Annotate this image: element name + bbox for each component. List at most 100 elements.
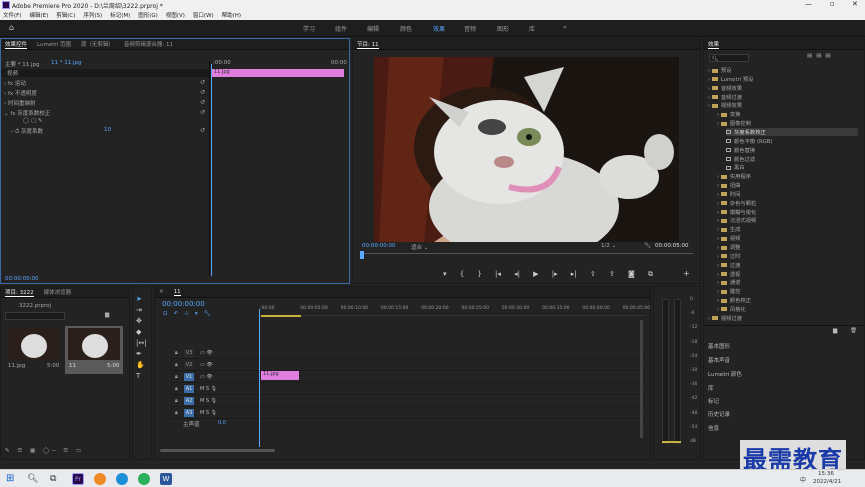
- reset-opacity-icon[interactable]: ↺: [200, 89, 205, 96]
- section-essential-graphics[interactable]: 基本图形: [708, 342, 730, 350]
- track-row[interactable]: [170, 384, 645, 395]
- effect-clip-bar[interactable]: 11.jpg: [212, 69, 344, 77]
- reset-gamma-correction-icon[interactable]: ↺: [200, 109, 205, 116]
- search-taskbar-icon[interactable]: 🔍︎: [27, 473, 39, 485]
- section-history[interactable]: 历史记录: [708, 410, 730, 418]
- selection-tool-icon[interactable]: ➤: [136, 295, 147, 303]
- add-button-icon[interactable]: +: [683, 269, 690, 278]
- project-item-sequence[interactable]: 11 5:00: [65, 326, 123, 374]
- track-row[interactable]: [170, 360, 645, 371]
- track-select-tool-icon[interactable]: ⇥: [136, 306, 147, 314]
- lock-icon[interactable]: 🔒︎: [175, 374, 178, 380]
- play-icon[interactable]: ▶: [533, 270, 538, 279]
- effects-tree-item[interactable]: › 视频效果: [708, 101, 742, 109]
- effects-tree-item[interactable]: › 模糊与锐化: [717, 208, 756, 216]
- program-scrubber[interactable]: [361, 253, 693, 258]
- effects-tree-item[interactable]: › 键控: [717, 287, 740, 295]
- effects-tree-item[interactable]: › 通道: [717, 278, 740, 286]
- menu-clip[interactable]: 剪辑(C): [56, 11, 75, 19]
- track-row[interactable]: [170, 408, 645, 419]
- minimize-icon[interactable]: —: [805, 0, 812, 8]
- sequence-clip-label[interactable]: 11 * 11.jpg: [51, 60, 82, 66]
- section-libraries[interactable]: 库: [708, 384, 714, 392]
- ws-assembly[interactable]: 组件: [335, 24, 347, 33]
- effects-tree-item[interactable]: 黑白: [726, 163, 745, 171]
- track-mute-solo-icon[interactable]: M S 🎙︎: [200, 410, 217, 416]
- menu-help[interactable]: 帮助(H): [222, 11, 241, 19]
- go-to-in-icon[interactable]: |◂: [495, 270, 501, 279]
- track-mute-solo-icon[interactable]: M S 🎙︎: [200, 398, 217, 404]
- section-lumetri-color[interactable]: Lumetri 颜色: [708, 370, 742, 378]
- effects-tree-item[interactable]: › 音频过渡: [708, 93, 742, 101]
- lock-icon[interactable]: 🔒︎: [175, 350, 178, 356]
- reset-motion-icon[interactable]: ↺: [200, 79, 205, 86]
- reset-time-icon[interactable]: ↺: [200, 99, 205, 106]
- effects-tree-item[interactable]: › 调整: [717, 243, 740, 251]
- tab-effects[interactable]: 效果: [708, 40, 720, 49]
- work-area-bar[interactable]: [261, 315, 301, 317]
- razor-tool-icon[interactable]: ◆: [136, 328, 147, 336]
- gamma-value[interactable]: 10: [104, 127, 111, 133]
- effects-tree-item[interactable]: 颜色平衡 (RGB): [726, 137, 772, 145]
- program-timecode[interactable]: 00:00:00:00: [362, 243, 396, 249]
- tab-effect-controls[interactable]: 效果控件: [5, 40, 28, 49]
- menu-edit[interactable]: 编辑(E): [29, 11, 48, 19]
- effects-tree-item[interactable]: 颜色替换: [726, 146, 755, 154]
- lock-icon[interactable]: 🔒︎: [175, 362, 178, 368]
- effects-tree-item[interactable]: › 预设: [708, 66, 731, 74]
- effects-tree-item[interactable]: › 实用程序: [717, 172, 751, 180]
- track-row[interactable]: [170, 348, 645, 359]
- ws-audio[interactable]: 音频: [464, 24, 476, 33]
- master-clip-label[interactable]: 主要 * 11.jpg: [5, 60, 40, 68]
- project-footer-tools[interactable]: ✎ ☰ ▦ ◯─ ☰ ▭: [5, 448, 84, 454]
- section-info[interactable]: 信息: [708, 424, 719, 432]
- track-label[interactable]: V3: [184, 349, 194, 357]
- timeline-vscroll[interactable]: [640, 320, 643, 438]
- timeline-tools[interactable]: ⊡↶⊹▾🔧︎: [163, 311, 217, 317]
- fx-row-gamma-correction[interactable]: ⌄ fx 灰度系数校正: [4, 109, 50, 117]
- lift-icon[interactable]: ⇧: [590, 270, 596, 279]
- ws-color[interactable]: 颜色: [400, 24, 412, 33]
- menu-graphics[interactable]: 图形(G): [138, 11, 158, 19]
- ws-editing[interactable]: 编辑: [367, 24, 379, 33]
- tab-program[interactable]: 节目: 11: [357, 40, 379, 49]
- app-orange-icon[interactable]: [94, 473, 106, 485]
- ws-learn[interactable]: 学习: [303, 24, 315, 33]
- new-bin-project-icon[interactable]: ▆: [105, 312, 109, 318]
- tab-project[interactable]: 项目: 3222: [5, 288, 34, 297]
- lock-icon[interactable]: 🔒︎: [175, 398, 178, 404]
- track-label[interactable]: A2: [184, 397, 194, 405]
- track-row[interactable]: [170, 396, 645, 407]
- section-essential-sound[interactable]: 基本声音: [708, 356, 730, 364]
- maximize-icon[interactable]: ▫: [830, 0, 835, 8]
- effects-tree-item[interactable]: › 视频: [717, 234, 740, 242]
- effects-tree-item[interactable]: 颜色过滤: [726, 155, 755, 163]
- effects-tree-item[interactable]: › 过渡: [717, 261, 740, 269]
- program-playhead[interactable]: [360, 251, 364, 259]
- export-frame-icon[interactable]: ◙: [628, 270, 635, 279]
- new-bin-icon[interactable]: ▆: [833, 328, 837, 334]
- windows-start-icon[interactable]: ⊞: [6, 473, 18, 485]
- close-seq-icon[interactable]: ✕: [159, 289, 164, 295]
- track-label[interactable]: V1: [184, 373, 194, 381]
- word-icon[interactable]: W: [160, 473, 172, 485]
- lock-icon[interactable]: 🔒︎: [175, 410, 178, 416]
- more-workspaces-icon[interactable]: »: [563, 24, 567, 31]
- mask-tools[interactable]: ◯ ▢ ✎: [23, 118, 42, 124]
- track-label[interactable]: V2: [184, 361, 194, 369]
- effects-tree-item[interactable]: › 透视: [717, 270, 740, 278]
- track-label[interactable]: A3: [184, 409, 194, 417]
- fit-dropdown[interactable]: 适合 ⌄: [411, 243, 428, 251]
- effects-tree-item[interactable]: › 沉浸式视频: [717, 216, 756, 224]
- timeline-timecode[interactable]: 00:00:00:00: [162, 300, 205, 308]
- ripple-tool-icon[interactable]: ✥: [136, 317, 147, 325]
- track-visibility-icon[interactable]: ▭ 👁︎: [200, 350, 213, 356]
- fx-row-motion[interactable]: › fx 运动: [4, 79, 26, 87]
- effects-tree-item[interactable]: › 扭曲: [717, 181, 740, 189]
- effects-tree-item[interactable]: › 时间: [717, 190, 740, 198]
- type-tool-icon[interactable]: T: [136, 372, 147, 380]
- ws-graphics[interactable]: 图形: [497, 24, 509, 33]
- effects-tree-item[interactable]: › 视频过渡: [708, 314, 742, 322]
- quality-dropdown[interactable]: 1/2 ⌄: [601, 243, 616, 249]
- master-track-value[interactable]: 0.0: [218, 420, 226, 426]
